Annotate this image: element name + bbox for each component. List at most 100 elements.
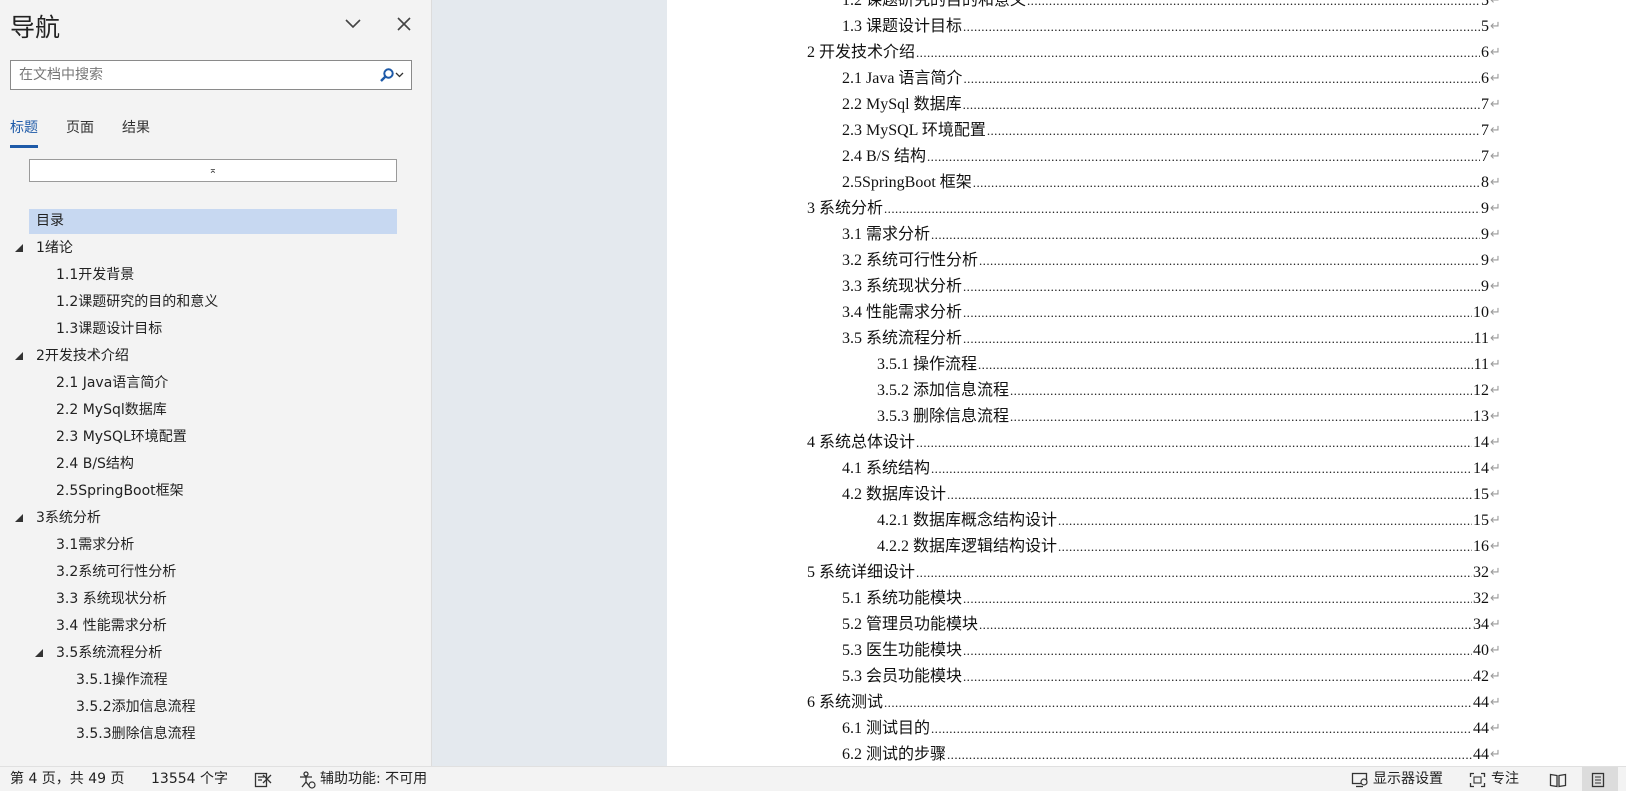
display-settings-label: 显示器设置 xyxy=(1373,771,1443,787)
toc-entry[interactable]: 3.5 系统流程分析 11↵ xyxy=(842,326,1502,352)
toc-entry[interactable]: 6 系统测试 44↵ xyxy=(807,690,1502,716)
document-area[interactable]: 1.2 课题研究的目的和意义5↵1.3 课题设计目标5↵2 开发技术介绍6↵2.… xyxy=(432,0,1626,766)
paragraph-mark-icon: ↵ xyxy=(1490,149,1501,164)
heading-item[interactable]: 2.5SpringBoot框架 xyxy=(0,478,432,505)
expanded-triangle-icon[interactable] xyxy=(34,648,44,658)
toc-entry[interactable]: 4.2 数据库设计 15↵ xyxy=(842,482,1502,508)
toc-entry[interactable]: 3.1 需求分析 9↵ xyxy=(842,222,1502,248)
toc-entry[interactable]: 1.2 课题研究的目的和意义 5↵ xyxy=(842,0,1502,14)
toc-page-number: 9 xyxy=(1481,226,1489,243)
toc-leader-dots xyxy=(963,92,1480,118)
heading-item[interactable]: 3.5.3删除信息流程 xyxy=(0,721,432,748)
heading-item[interactable]: 1.2课题研究的目的和意义 xyxy=(0,289,432,316)
heading-item[interactable]: 2.2 MySql数据库 xyxy=(0,397,432,424)
nav-close-button[interactable] xyxy=(390,10,418,38)
heading-item[interactable]: 3.5系统流程分析 xyxy=(0,640,432,667)
close-icon xyxy=(397,17,411,31)
print-layout-button[interactable] xyxy=(1582,767,1618,791)
toc-entry[interactable]: 5.3 医生功能模块 40↵ xyxy=(842,638,1502,664)
expanded-triangle-icon[interactable] xyxy=(14,243,24,253)
toc-entry[interactable]: 2.1 Java 语言简介 6↵ xyxy=(842,66,1502,92)
heading-item[interactable]: 1.1开发背景 xyxy=(0,262,432,289)
heading-item[interactable]: 3.4 性能需求分析 xyxy=(0,613,432,640)
heading-item[interactable]: 2.1 Java语言简介 xyxy=(0,370,432,397)
heading-item[interactable]: 2开发技术介绍 xyxy=(0,343,432,370)
toc-entry[interactable]: 2.2 MySql 数据库 7↵ xyxy=(842,92,1502,118)
toc-entry[interactable]: 5.2 管理员功能模块 34↵ xyxy=(842,612,1502,638)
toc-entry-title: 3.5.1 操作流程 xyxy=(877,356,978,373)
toc-entry[interactable]: 4.2.1 数据库概念结构设计 15↵ xyxy=(877,508,1502,534)
proofing-icon xyxy=(254,772,272,787)
tab-results[interactable]: 结果 xyxy=(122,116,150,148)
toc-page-number: 32 xyxy=(1473,590,1489,607)
collapse-all-button[interactable]: ⌅ xyxy=(29,159,397,182)
paragraph-mark-icon: ↵ xyxy=(1490,461,1501,476)
heading-item[interactable]: 2.4 B/S结构 xyxy=(0,451,432,478)
toc-entry[interactable]: 6.2 测试的步骤 44↵ xyxy=(842,742,1502,766)
toc-entry[interactable]: 2.3 MySQL 环境配置 7↵ xyxy=(842,118,1502,144)
search-input[interactable] xyxy=(11,61,371,89)
heading-item[interactable]: 3.5.1操作流程 xyxy=(0,667,432,694)
toc-entry[interactable]: 4.2.2 数据库逻辑结构设计 16↵ xyxy=(877,534,1502,560)
page-info[interactable]: 第 4 页，共 49 页 xyxy=(10,767,125,791)
paragraph-mark-icon: ↵ xyxy=(1490,0,1501,8)
toc-entry[interactable]: 3.5.3 删除信息流程 13↵ xyxy=(877,404,1502,430)
heading-label: 1绪论 xyxy=(36,240,73,256)
toc-entry[interactable]: 3.4 性能需求分析 10↵ xyxy=(842,300,1502,326)
heading-item[interactable]: 1绪论 xyxy=(0,235,432,262)
accessibility-button[interactable]: 辅助功能: 不可用 xyxy=(298,767,427,791)
toc-leader-dots xyxy=(963,274,1480,300)
toc-entry[interactable]: 3 系统分析 9↵ xyxy=(807,196,1502,222)
toc-page-number: 16 xyxy=(1473,538,1489,555)
heading-item[interactable]: 3.3 系统现状分析 xyxy=(0,586,432,613)
heading-item[interactable]: 2.3 MySQL环境配置 xyxy=(0,424,432,451)
toc-entry-title: 4.2 数据库设计 xyxy=(842,486,947,503)
toc-entry[interactable]: 2.5SpringBoot 框架 8↵ xyxy=(842,170,1502,196)
word-count[interactable]: 13554 个字 xyxy=(151,767,228,791)
nav-options-button[interactable] xyxy=(339,10,367,38)
read-mode-icon xyxy=(1549,773,1567,787)
heading-item[interactable]: 3.1需求分析 xyxy=(0,532,432,559)
toc-page-number: 10 xyxy=(1473,304,1489,321)
heading-item[interactable]: 3系统分析 xyxy=(0,505,432,532)
toc-entry[interactable]: 1.3 课题设计目标 5↵ xyxy=(842,14,1502,40)
toc-leader-dots xyxy=(963,14,1480,40)
chevron-down-icon xyxy=(395,72,403,78)
toc-entry[interactable]: 2.4 B/S 结构 7↵ xyxy=(842,144,1502,170)
toc-leader-dots xyxy=(963,326,1473,352)
display-settings-button[interactable]: 显示器设置 xyxy=(1351,767,1443,791)
toc-entry[interactable]: 6.1 测试目的 44↵ xyxy=(842,716,1502,742)
toc-entry[interactable]: 4 系统总体设计 14↵ xyxy=(807,430,1502,456)
toc-leader-dots xyxy=(947,482,1472,508)
expanded-triangle-icon[interactable] xyxy=(14,513,24,523)
toc-entry-title: 4 系统总体设计 xyxy=(807,434,916,451)
heading-label: 2.1 Java语言简介 xyxy=(56,375,169,391)
toc-page-number: 34 xyxy=(1473,616,1489,633)
expanded-triangle-icon[interactable] xyxy=(14,351,24,361)
search-button[interactable] xyxy=(373,65,409,85)
read-mode-button[interactable] xyxy=(1549,767,1571,791)
nav-tabs: 标题 页面 结果 xyxy=(10,116,178,148)
proofing-button[interactable] xyxy=(254,767,276,791)
focus-button[interactable]: 专注 xyxy=(1469,767,1519,791)
toc-entry[interactable]: 2 开发技术介绍 6↵ xyxy=(807,40,1502,66)
paragraph-mark-icon: ↵ xyxy=(1490,383,1501,398)
heading-item[interactable]: 1.3课题设计目标 xyxy=(0,316,432,343)
toc-entry[interactable]: 3.2 系统可行性分析 9↵ xyxy=(842,248,1502,274)
toc-entry[interactable]: 4.1 系统结构 14↵ xyxy=(842,456,1502,482)
heading-item[interactable]: 目录 xyxy=(0,208,432,235)
tab-pages[interactable]: 页面 xyxy=(66,116,94,148)
toc-leader-dots xyxy=(931,716,1472,742)
heading-item[interactable]: 3.5.2添加信息流程 xyxy=(0,694,432,721)
toc-entry[interactable]: 3.5.1 操作流程 11↵ xyxy=(877,352,1502,378)
toc-entry[interactable]: 5.3 会员功能模块 42↵ xyxy=(842,664,1502,690)
toc-entry[interactable]: 3.5.2 添加信息流程 12↵ xyxy=(877,378,1502,404)
toc-leader-dots xyxy=(931,456,1472,482)
toc-entry[interactable]: 5.1 系统功能模块 32↵ xyxy=(842,586,1502,612)
heading-item[interactable]: 3.2系统可行性分析 xyxy=(0,559,432,586)
toc-entry[interactable]: 3.3 系统现状分析 9↵ xyxy=(842,274,1502,300)
chevron-down-icon xyxy=(345,19,361,29)
toc-entry[interactable]: 5 系统详细设计 32↵ xyxy=(807,560,1502,586)
tab-headings[interactable]: 标题 xyxy=(10,116,38,148)
document-page[interactable]: 1.2 课题研究的目的和意义5↵1.3 课题设计目标5↵2 开发技术介绍6↵2.… xyxy=(667,0,1626,766)
